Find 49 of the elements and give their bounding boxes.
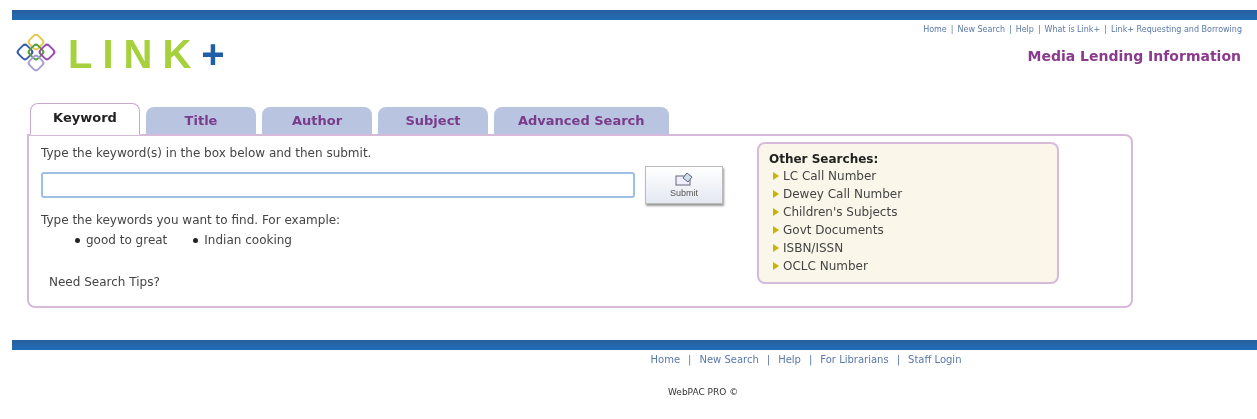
triangle-icon [773,244,779,252]
page-title: Media Lending Information [1027,48,1241,64]
other-search-link[interactable]: Children's Subjects [783,203,898,221]
other-search-link[interactable]: ISBN/ISSN [783,239,844,257]
search-tab[interactable]: Subject [378,107,488,134]
triangle-icon [773,226,779,234]
nav-link[interactable]: New Search [957,25,1005,34]
nav-link[interactable]: Link+ Requesting and Borrowing [1110,25,1242,34]
example-text: Indian cooking [204,233,292,247]
footer-link[interactable]: Staff Login [908,354,962,365]
nav-link[interactable]: Home [923,25,947,34]
footer-link[interactable]: Help [778,354,801,365]
hint-text: Type the keywords you want to find. For example: [41,213,342,227]
link-separator: | [896,354,901,365]
other-search-link[interactable]: OCLC Number [783,257,868,275]
other-search-link[interactable]: LC Call Number [783,167,877,185]
link-separator: | [1104,25,1107,34]
triangle-icon [773,208,779,216]
link-separator: | [808,354,813,365]
other-search-link[interactable]: Govt Documents [783,221,884,239]
search-tab[interactable]: Title [146,107,256,134]
footer-link[interactable]: Home [650,354,681,365]
instruction-text: Type the keyword(s) in the box below and then submit. [41,146,373,160]
link-separator: | [950,25,954,34]
bullet-icon [193,237,199,243]
example-text: good to great [86,233,168,247]
link-separator: | [1008,25,1012,34]
envelope-icon [675,172,693,186]
link-separator: | [766,354,771,365]
triangle-icon [773,190,779,198]
footer-link[interactable]: New Search [699,354,759,365]
link-separator: | [1037,25,1041,34]
logo-text: LINK+ [68,31,225,77]
other-searches-title: Other Searches: [769,152,880,166]
nav-link[interactable]: Help [1015,25,1034,34]
other-search-link[interactable]: Dewey Call Number [783,185,903,203]
triangle-icon [773,172,779,180]
search-tab[interactable]: Keyword [30,103,140,135]
submit-button[interactable]: Submit [645,166,723,204]
footer-link[interactable]: For Librarians [820,354,889,365]
search-tips-link[interactable]: Need Search Tips? [49,275,723,289]
nav-link[interactable]: What is Link+ [1044,25,1101,34]
search-field[interactable] [41,172,635,198]
link-separator: | [688,354,692,365]
search-tab[interactable]: Advanced Search [494,107,669,134]
search-tab[interactable]: Author [262,107,372,134]
bullet-icon [75,237,80,243]
triangle-icon [773,262,779,270]
credit-text: WebPAC PRO © [668,387,740,397]
